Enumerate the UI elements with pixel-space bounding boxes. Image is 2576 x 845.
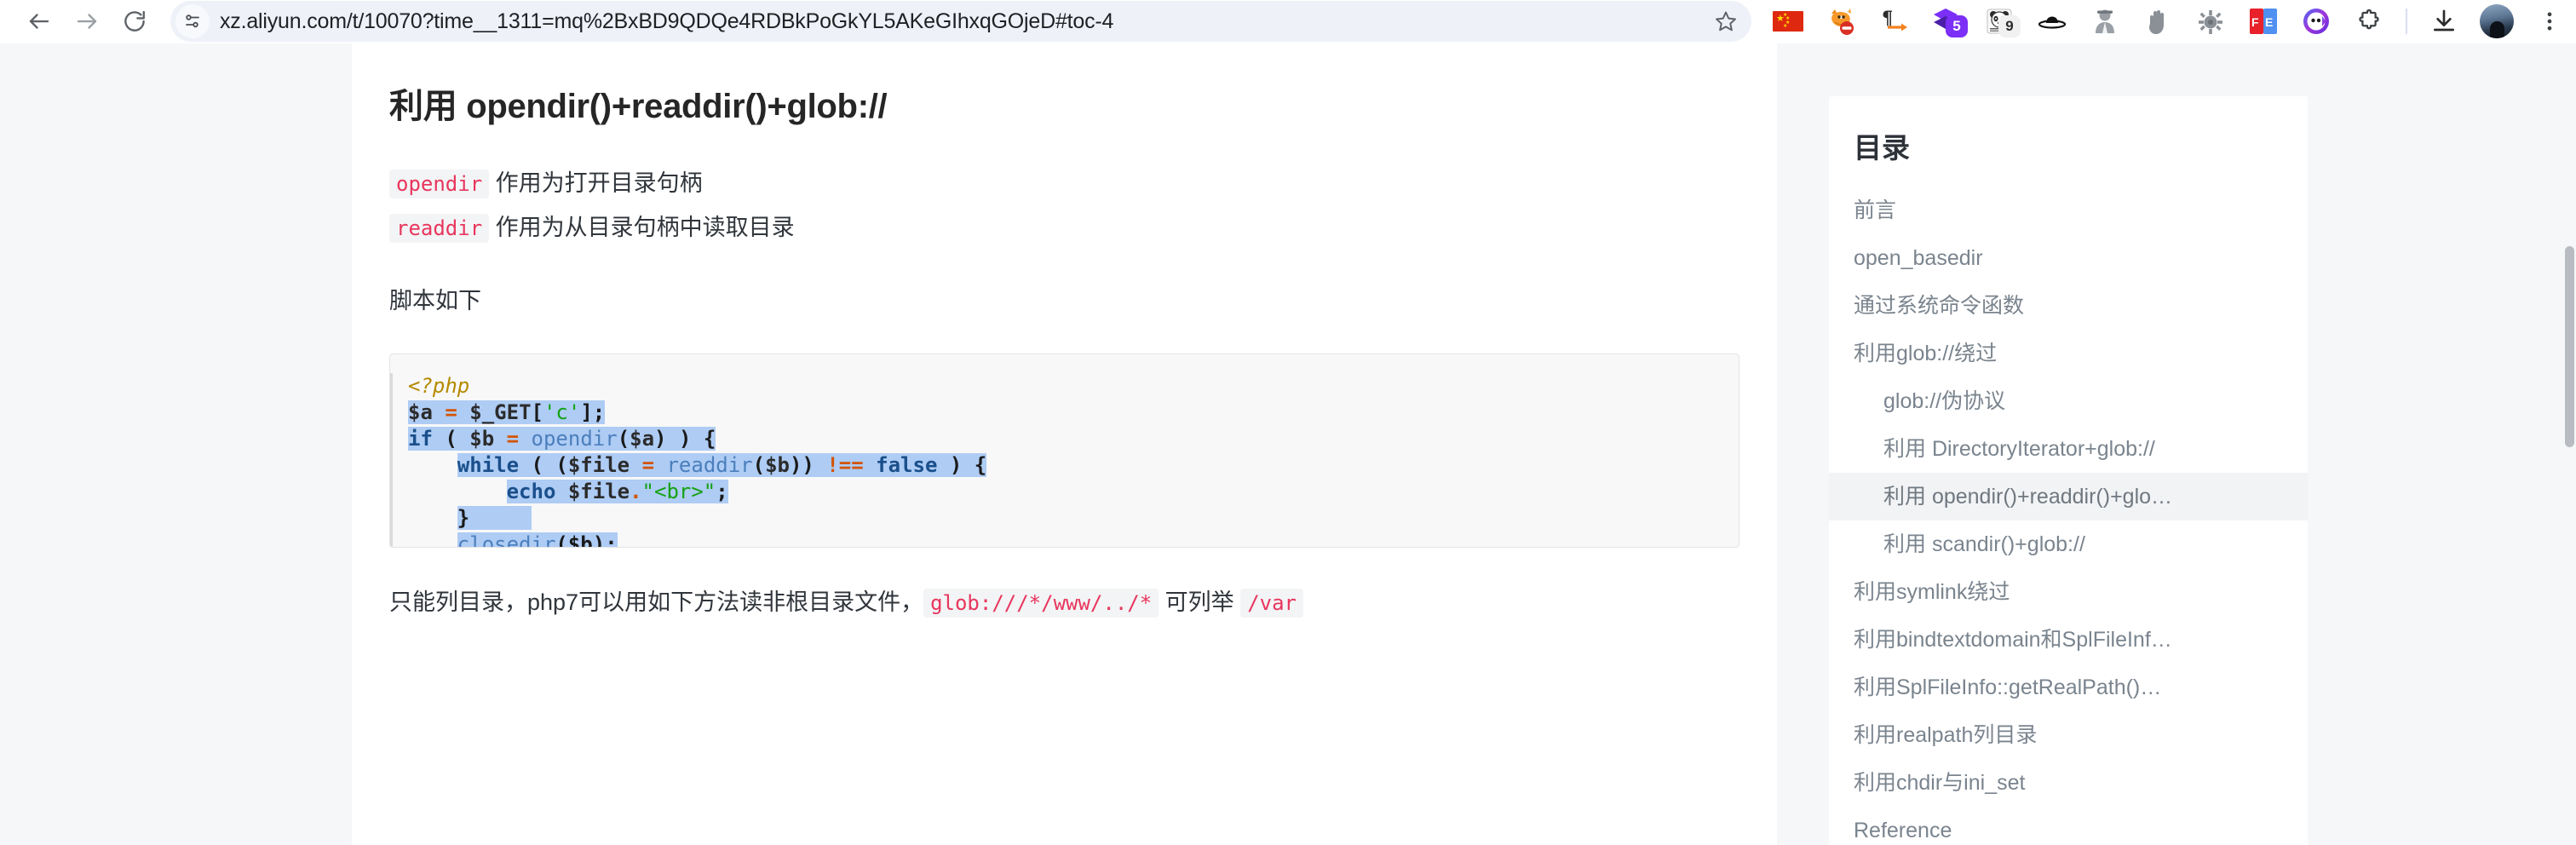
code-content: <?php $a = $_GET['c']; if ( $b = opendir($… (390, 372, 1739, 547)
forward-button[interactable] (63, 0, 111, 45)
toolbar-divider (2406, 9, 2407, 34)
inline-code-readdir: readdir (389, 213, 490, 243)
reload-icon (124, 10, 145, 32)
toc-item-3[interactable]: 利用glob://绕过 (1829, 330, 2308, 377)
extension-bowler-hat[interactable] (2026, 0, 2079, 43)
code-line-0: <?php (408, 373, 470, 398)
forward-arrow-icon (77, 14, 97, 29)
svg-text:¶: ¶ (1882, 7, 1893, 28)
toc-item-4[interactable]: glob://伪协议 (1829, 377, 2308, 425)
closing-text-before: 只能列目录，php7可以用如下方法读非根目录文件， (389, 589, 924, 615)
browser-toolbar: xz.aliyun.com/t/10070?time__1311=mq%2BxB… (0, 0, 2576, 43)
toc-item-5[interactable]: 利用 DirectoryIterator+glob:// (1829, 425, 2308, 473)
toc-item-9[interactable]: 利用bindtextdomain和SplFileInf… (1829, 616, 2308, 664)
paragraph-readdir-text: 作用为从目录句柄中读取目录 (489, 214, 795, 240)
toc-item-6[interactable]: 利用 opendir()+readdir()+glo… (1829, 473, 2308, 520)
left-gutter (0, 43, 352, 845)
inline-code-opendir: opendir (389, 170, 490, 198)
code-line-2: if ( $b = opendir($a) ) { (408, 426, 716, 451)
code-block[interactable]: <?php $a = $_GET['c']; if ( $b = opendir($… (389, 353, 1739, 548)
extension-badge: 9 (1998, 14, 2021, 37)
code-line-4: echo $file."<br>"; (506, 479, 728, 503)
page-viewport: 利用 opendir()+readdir()+glob:// opendir 作… (0, 43, 2576, 845)
svg-text:E: E (2265, 15, 2273, 29)
purple-eye-icon (2303, 9, 2329, 34)
extension-panda[interactable]: 9 (1973, 0, 2026, 43)
extension-cat-blocker[interactable] (1814, 0, 1867, 43)
page-title: 利用 opendir()+readdir()+glob:// (389, 88, 888, 125)
url-text[interactable]: xz.aliyun.com/t/10070?time__1311=mq%2BxB… (220, 9, 1707, 34)
puzzle-piece-icon (2359, 9, 2379, 30)
code-line-5: } (408, 505, 1739, 532)
toc-title: 目录 (1854, 132, 1910, 164)
scrollbar-thumb[interactable] (2565, 246, 2574, 447)
extension-hand[interactable] (2131, 0, 2184, 43)
closing-text-middle: 可列举 (1159, 589, 1241, 615)
extension-bug-gear[interactable] (2184, 0, 2237, 43)
hand-icon (2149, 10, 2164, 34)
toc-item-12[interactable]: 利用chdir与ini_set (1829, 759, 2308, 807)
toc-item-7[interactable]: 利用 scandir()+glob:// (1829, 520, 2308, 568)
star-outline-icon (1716, 11, 1736, 32)
fe-logo-icon: F E (2250, 9, 2277, 34)
toc-item-11[interactable]: 利用realpath列目录 (1829, 711, 2308, 759)
article-card: 利用 opendir()+readdir()+glob:// opendir 作… (352, 43, 1777, 845)
extension-purple-stack[interactable]: 5 (1920, 0, 1973, 43)
page-scrollbar[interactable] (2562, 43, 2576, 845)
bowler-hat-icon (2038, 16, 2067, 29)
download-icon (2434, 9, 2454, 32)
script-intro-text: 脚本如下 (389, 287, 481, 313)
flag-cn-icon: ★ ★ ★ ★ ★ (1773, 11, 1803, 32)
toc-panel: 目录 前言 open_basedir 通过系统命令函数 利用glob://绕过 … (1829, 96, 2308, 845)
bug-gear-icon (2199, 10, 2222, 34)
back-button[interactable] (15, 0, 63, 45)
code-line-6: closedir($b); (408, 532, 1739, 547)
code-line-1: $a = $_GET['c']; (408, 400, 606, 424)
paragraph-opendir: opendir 作用为打开目录句柄 (389, 166, 1739, 202)
cat-blocker-icon (1831, 9, 1854, 35)
profile-button[interactable] (2470, 0, 2523, 43)
bookmark-button[interactable] (1707, 3, 1745, 40)
toc-item-8[interactable]: 利用symlink绕过 (1829, 568, 2308, 616)
spy-icon (2096, 9, 2114, 33)
toc-item-2[interactable]: 通过系统命令函数 (1829, 282, 2308, 330)
avatar (2480, 4, 2514, 38)
extensions-puzzle-button[interactable] (2343, 0, 2395, 43)
paragraph-readdir: readdir 作用为从目录句柄中读取目录 (389, 210, 1739, 246)
toc-list: 前言 open_basedir 通过系统命令函数 利用glob://绕过 glo… (1829, 187, 2308, 845)
toc-item-0[interactable]: 前言 (1829, 187, 2308, 234)
extension-flag-cn[interactable]: ★ ★ ★ ★ ★ (1762, 0, 1814, 43)
extension-spy[interactable] (2079, 0, 2131, 43)
pilcrow-arrow-icon: ¶ (1882, 7, 1907, 32)
extension-purple-eye[interactable] (2290, 0, 2343, 43)
site-info-button[interactable] (175, 4, 210, 38)
download-button[interactable] (2418, 0, 2470, 43)
kebab-menu-icon (2547, 12, 2552, 31)
reload-button[interactable] (111, 0, 158, 45)
svg-text:F: F (2251, 15, 2259, 29)
browser-menu-button[interactable] (2523, 0, 2576, 43)
extension-fe[interactable]: F E (2237, 0, 2290, 43)
toc-item-1[interactable]: open_basedir (1829, 234, 2308, 282)
toc-item-10[interactable]: 利用SplFileInfo::getRealPath()… (1829, 664, 2308, 711)
site-settings-icon (186, 14, 199, 28)
inline-code-var: /var (1240, 588, 1303, 618)
toc-item-13[interactable]: Reference (1829, 807, 2308, 845)
extension-badge: 5 (1946, 14, 1968, 37)
inline-code-glob: glob:///*/www/../* (923, 588, 1159, 618)
closing-paragraph: 只能列目录，php7可以用如下方法读非根目录文件， glob:///*/www/.… (389, 585, 1739, 621)
extension-pilcrow[interactable]: ¶ (1867, 0, 1920, 43)
back-arrow-icon (29, 14, 49, 29)
paragraph-opendir-text: 作用为打开目录句柄 (489, 170, 703, 196)
extensions-area: ★ ★ ★ ★ ★ ¶ 5 9 F E (1762, 0, 2576, 43)
address-bar[interactable]: xz.aliyun.com/t/10070?time__1311=mq%2BxB… (170, 1, 1751, 42)
code-line-3: while ( ($file = readdir($b)) !== false … (457, 452, 987, 477)
